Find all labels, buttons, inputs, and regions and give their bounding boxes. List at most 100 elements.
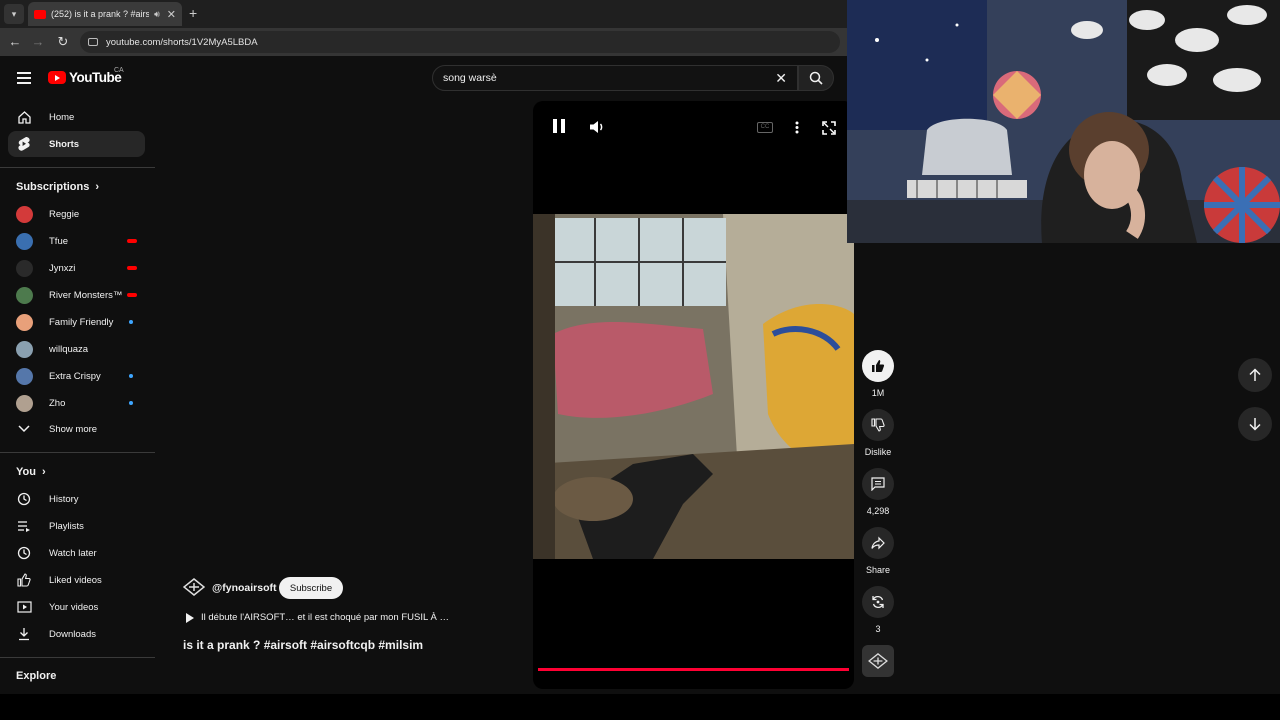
you-heading[interactable]: You › [16, 466, 46, 478]
sidebar-item-liked-videos[interactable]: Liked videos [8, 567, 145, 593]
reload-icon[interactable]: ↻ [55, 34, 71, 50]
sidebar-item-subscription[interactable]: Family Friendly [8, 309, 145, 335]
sidebar-item-home[interactable]: Home [8, 104, 145, 130]
sidebar-item-subscription[interactable]: Tfue [8, 228, 145, 254]
more-options-icon[interactable] [795, 121, 799, 134]
sidebar-item-history[interactable]: History [8, 486, 145, 512]
sidebar-item-subscription[interactable]: Extra Crispy [8, 363, 145, 389]
sidebar-item-label: Downloads [49, 628, 96, 640]
channel-avatar [16, 313, 33, 331]
subscriptions-heading[interactable]: Subscriptions › [16, 181, 99, 193]
sidebar-item-label: Liked videos [49, 574, 102, 586]
show-more-label: Show more [49, 423, 98, 435]
video-content-image [533, 214, 854, 559]
speaker-icon[interactable]: 🔊︎ [154, 9, 160, 20]
sidebar-item-subscription[interactable]: Jynxzi [8, 255, 145, 281]
channel-avatar [16, 259, 33, 277]
search-input[interactable]: song warsè ✕ [432, 65, 798, 91]
divider [0, 452, 155, 453]
url-field[interactable]: youtube.com/shorts/1V2MyA5LBDA [80, 31, 840, 53]
sidebar-item-watch-later[interactable]: Watch later [8, 540, 145, 566]
back-icon[interactable]: ← [7, 34, 23, 49]
sidebar-item-your-videos[interactable]: Your videos [8, 594, 145, 620]
video-title: is it a prank ? #airsoft #airsoftcqb #mi… [183, 638, 424, 652]
remix-icon [872, 595, 884, 609]
remix-action[interactable]: 3 [862, 586, 894, 634]
explore-heading: Explore [16, 670, 56, 682]
subscriptions-title: Subscriptions [16, 181, 90, 193]
sidebar-item-subscription[interactable]: River Monsters™ [8, 282, 145, 308]
shorts-player[interactable]: CC [533, 101, 854, 689]
new-content-dot-icon [129, 374, 133, 378]
new-content-dot-icon [129, 401, 133, 405]
channel-sound-button[interactable] [862, 645, 894, 677]
related-video-title: Il débute l'AIRSOFT… et il est choqué pa… [201, 612, 450, 623]
sidebar-item-playlists[interactable]: Playlists [8, 513, 145, 539]
sidebar-item-label: Your videos [49, 601, 99, 613]
remix-button[interactable] [862, 586, 894, 618]
tab-search-button[interactable]: ▾ [4, 4, 24, 24]
country-code: CA [114, 67, 124, 74]
next-short-button[interactable] [1238, 407, 1272, 441]
channel-avatar [16, 205, 33, 223]
pause-icon[interactable] [553, 119, 565, 133]
new-tab-icon[interactable]: + [189, 5, 197, 21]
divider [0, 657, 155, 658]
share-icon [871, 536, 885, 550]
sidebar-item-subscription[interactable]: willquaza [8, 336, 145, 362]
tab-title: (252) is it a prank ? #airsoft [51, 9, 150, 19]
forward-icon[interactable]: → [30, 34, 46, 49]
previous-short-button[interactable] [1238, 358, 1272, 392]
dislike-label: Dislike [864, 447, 892, 457]
related-video-link[interactable]: Il débute l'AIRSOFT… et il est choqué pa… [186, 612, 449, 623]
live-indicator-icon [127, 239, 137, 243]
youtube-logo[interactable]: YouTube [48, 70, 122, 85]
subscribe-button[interactable]: Subscribe [279, 577, 343, 599]
sidebar-item-label: Home [49, 111, 75, 123]
play-icon [186, 612, 194, 623]
subscription-name: willquaza [49, 343, 89, 355]
subscription-name: Extra Crispy [49, 370, 101, 382]
menu-icon[interactable] [17, 72, 31, 87]
channel-avatar[interactable] [183, 578, 205, 596]
sidebar-item-subscription[interactable]: Reggie [8, 201, 145, 227]
site-info-icon[interactable] [88, 38, 98, 46]
clear-search-icon[interactable]: ✕ [775, 70, 787, 87]
new-content-dot-icon [129, 320, 133, 324]
divider [0, 167, 155, 168]
fullscreen-icon[interactable] [822, 121, 836, 135]
you-title: You [16, 466, 36, 478]
sidebar-item-downloads[interactable]: Downloads [8, 621, 145, 647]
channel-name[interactable]: @fynoairsoft [212, 582, 277, 594]
share-action[interactable]: Share [862, 527, 894, 575]
progress-bar[interactable] [538, 668, 849, 671]
show-more-button[interactable]: Show more [8, 416, 145, 442]
live-indicator-icon [127, 293, 137, 297]
comment-icon [871, 477, 885, 491]
arrow-up-icon [1249, 368, 1261, 381]
captions-icon[interactable]: CC [757, 122, 773, 133]
search-button[interactable] [798, 65, 834, 91]
sidebar-item-label: History [49, 493, 79, 505]
close-tab-icon[interactable]: ✕ [167, 8, 176, 21]
sidebar-item-shorts[interactable]: Shorts [8, 131, 145, 157]
sidebar-item-subscription[interactable]: Zho [8, 390, 145, 416]
chevron-down-icon [16, 421, 32, 437]
channel-avatar [16, 232, 33, 250]
search-value: song warsè [443, 72, 497, 84]
share-button[interactable] [862, 527, 894, 559]
browser-tab[interactable]: (252) is it a prank ? #airsoft 🔊︎ ✕ [28, 2, 182, 26]
comments-action[interactable]: 4,298 [862, 468, 894, 516]
subscription-name: Reggie [49, 208, 80, 220]
dislike-action[interactable]: Dislike [862, 409, 894, 457]
sound-thumbnail[interactable] [862, 645, 894, 677]
dislike-button[interactable] [862, 409, 894, 441]
video-frame[interactable] [533, 214, 854, 559]
chevron-right-icon: › [41, 466, 46, 478]
comments-button[interactable] [862, 468, 894, 500]
like-button[interactable] [862, 350, 894, 382]
arrow-down-icon [1249, 418, 1261, 431]
like-action[interactable]: 1M [862, 350, 894, 398]
comment-count: 4,298 [866, 506, 890, 516]
volume-icon[interactable] [589, 120, 606, 134]
